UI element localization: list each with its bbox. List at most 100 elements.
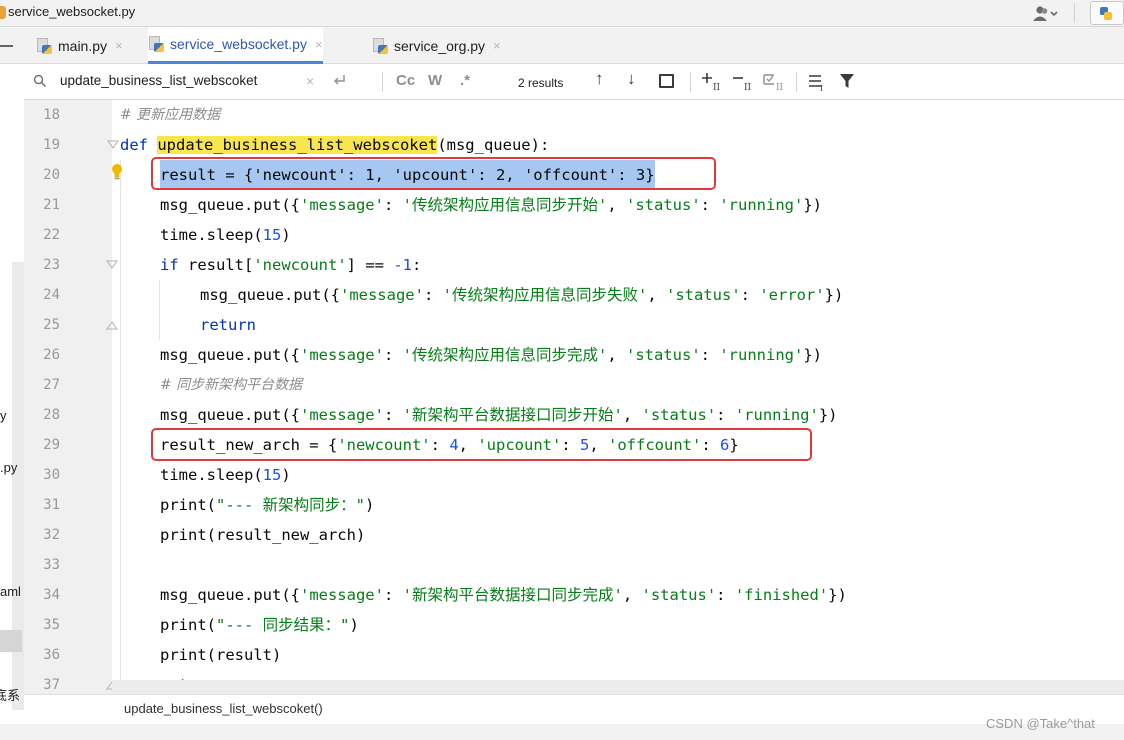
newline-icon[interactable]	[330, 72, 348, 90]
code-line[interactable]: 31 print("--- 新架构同步：")	[24, 490, 1124, 520]
filter-lines-icon[interactable]: I	[807, 72, 827, 92]
code-line[interactable]: 23 if result['newcount'] == -1:	[24, 250, 1124, 280]
collapse-panel-icon[interactable]	[0, 45, 13, 47]
python-interpreter-icon[interactable]	[1090, 1, 1124, 25]
open-in-window-icon[interactable]	[659, 74, 674, 88]
line-number: 24	[43, 287, 60, 303]
code-line[interactable]: 18 # 更新应用数据	[24, 100, 1124, 130]
code-line[interactable]: 28 msg_queue.put({'message': '新架构平台数据接口同…	[24, 400, 1124, 430]
project-panel-edge: y .py aml 底系	[0, 100, 24, 740]
toolbar-separator	[796, 72, 797, 92]
code-line[interactable]: 32 print(result_new_arch)	[24, 520, 1124, 550]
code-comment: # 更新应用数据	[120, 107, 221, 123]
code-text: print("--- 新架构同步：")	[160, 496, 375, 514]
code-text: if result['newcount'] == -1:	[160, 256, 422, 274]
project-item-fragment[interactable]: .py	[0, 460, 17, 475]
code-line[interactable]: 35 print("--- 同步结果：")	[24, 610, 1124, 640]
project-item-fragment[interactable]: y	[0, 408, 7, 423]
lightbulb-icon[interactable]	[110, 163, 124, 181]
window-title: service_websocket.py	[8, 4, 136, 19]
line-number: 31	[43, 497, 60, 513]
code-line[interactable]: 30 time.sleep(15)	[24, 460, 1124, 490]
find-bar: × Cc W .* 2 results ↑ ↓ II II II I	[24, 64, 1124, 100]
close-tab-icon[interactable]: ×	[315, 37, 323, 52]
search-input[interactable]	[60, 69, 300, 91]
python-file-icon	[372, 37, 388, 54]
code-line[interactable]: 21 msg_queue.put({'message': '传统架构应用信息同步…	[24, 190, 1124, 220]
python-file-icon	[148, 36, 164, 52]
code-text: msg_queue.put({'message': '传统架构应用信息同步失败'…	[200, 286, 844, 304]
user-account-icon[interactable]	[1032, 4, 1060, 22]
line-number: 37	[43, 677, 60, 693]
tab-service-websocket-py[interactable]: service_websocket.py ×	[148, 27, 323, 64]
project-item-selected[interactable]	[0, 630, 22, 652]
line-number: 36	[43, 647, 60, 663]
code-text: msg_queue.put({'message': '传统架构应用信息同步完成'…	[160, 346, 822, 364]
code-text: print("--- 同步结果：")	[160, 616, 359, 634]
toolbar-separator	[382, 72, 383, 92]
line-number: 21	[43, 197, 60, 213]
close-tab-icon[interactable]: ×	[493, 38, 501, 53]
code-line[interactable]: 19 def update_business_list_webscoket(ms…	[24, 130, 1124, 160]
title-bar: service_websocket.py	[0, 0, 1124, 27]
regex-toggle[interactable]: .*	[460, 72, 470, 90]
status-bar	[0, 724, 1124, 740]
code-text: msg_queue.put({'message': '新架构平台数据接口同步完成…	[160, 586, 847, 604]
breadcrumb[interactable]: update_business_list_webscoket()	[124, 701, 323, 716]
toolbar-separator	[690, 72, 691, 92]
select-all-occurrences-icon[interactable]: II	[762, 72, 786, 92]
watermark: CSDN @Take^that	[986, 716, 1095, 731]
line-number: 29	[43, 437, 60, 453]
code-text: time.sleep(15)	[160, 466, 291, 484]
editor-horizontal-scrollbar[interactable]	[112, 680, 1124, 694]
add-occurrence-icon[interactable]: II	[700, 72, 722, 92]
project-item-fragment[interactable]: aml	[0, 584, 21, 599]
tab-service-org-py[interactable]: service_org.py ×	[372, 27, 501, 64]
breadcrumb-bar: update_business_list_webscoket()	[24, 694, 1124, 724]
line-number: 22	[43, 227, 60, 243]
python-file-icon	[0, 6, 6, 19]
previous-occurrence-icon[interactable]: ↑	[595, 70, 604, 88]
line-number: 33	[43, 557, 60, 573]
code-line[interactable]: 33	[24, 550, 1124, 580]
line-number: 35	[43, 617, 60, 633]
svg-text:II: II	[713, 83, 721, 92]
line-number: 18	[43, 107, 60, 123]
svg-text:II: II	[776, 83, 784, 92]
match-case-toggle[interactable]: Cc	[396, 72, 415, 90]
line-number: 28	[43, 407, 60, 423]
next-occurrence-icon[interactable]: ↓	[627, 70, 636, 88]
search-results-count: 2 results	[518, 76, 564, 90]
code-line[interactable]: 34 msg_queue.put({'message': '新架构平台数据接口同…	[24, 580, 1124, 610]
line-number: 25	[43, 317, 60, 333]
code-line[interactable]: 24 msg_queue.put({'message': '传统架构应用信息同步…	[24, 280, 1124, 310]
clear-search-icon[interactable]: ×	[306, 72, 314, 90]
toolbar-separator	[1074, 3, 1075, 23]
close-tab-icon[interactable]: ×	[115, 38, 123, 53]
whole-words-toggle[interactable]: W	[428, 72, 442, 90]
line-number: 23	[43, 257, 60, 273]
tab-label: service_websocket.py	[170, 36, 307, 52]
code-text: print(result_new_arch)	[160, 526, 366, 544]
code-line[interactable]: 22 time.sleep(15)	[24, 220, 1124, 250]
code-line[interactable]: 25 return	[24, 310, 1124, 340]
code-text: time.sleep(15)	[160, 226, 291, 244]
tab-label: main.py	[58, 37, 108, 54]
function-params: (msg_queue):	[437, 136, 550, 154]
code-comment: # 同步新架构平台数据	[160, 377, 303, 393]
code-text: msg_queue.put({'message': '新架构平台数据接口同步开始…	[160, 406, 838, 424]
svg-text:I: I	[820, 84, 823, 92]
search-icon[interactable]	[33, 74, 47, 88]
tab-main-py[interactable]: main.py ×	[36, 27, 123, 64]
code-line[interactable]: 36 print(result)	[24, 640, 1124, 670]
project-item-fragment[interactable]: 底系	[0, 685, 20, 704]
python-file-icon	[36, 37, 52, 54]
remove-occurrence-icon[interactable]: II	[731, 72, 753, 92]
code-line[interactable]: 27 # 同步新架构平台数据	[24, 370, 1124, 400]
line-number: 32	[43, 527, 60, 543]
filter-icon[interactable]	[839, 72, 855, 90]
code-line[interactable]: 26 msg_queue.put({'message': '传统架构应用信息同步…	[24, 340, 1124, 370]
annotation-box	[151, 157, 716, 190]
code-text: print(result)	[160, 646, 282, 664]
line-number: 20	[43, 167, 60, 183]
